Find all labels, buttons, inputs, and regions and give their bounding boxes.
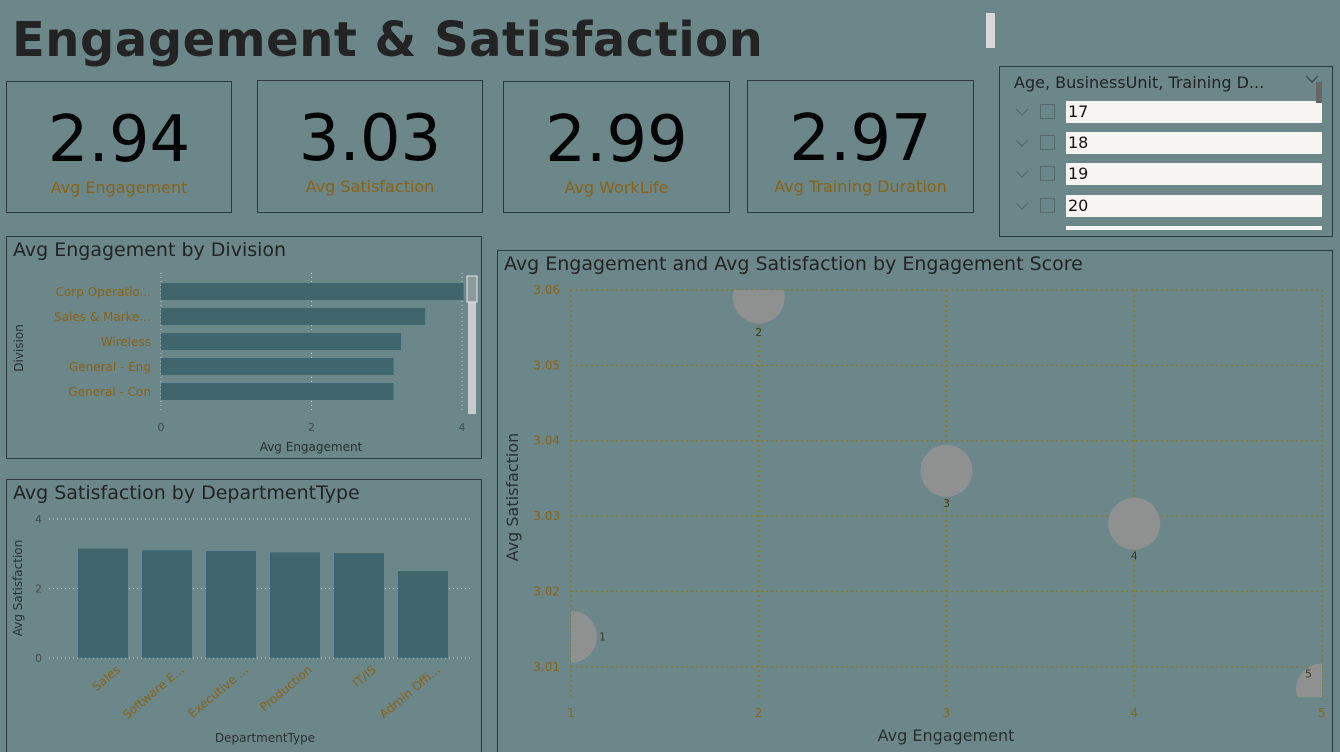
checkbox[interactable] (1040, 166, 1055, 181)
slicer-item[interactable]: 17 (1014, 101, 1328, 125)
slicer-item-label: 20 (1066, 195, 1322, 217)
bar (161, 333, 402, 350)
slicer-item-label: 18 (1066, 132, 1322, 154)
kpi-label: Avg Training Duration (774, 177, 947, 196)
y-axis-label: Division (12, 324, 26, 372)
slicer-item[interactable]: 18 (1014, 132, 1328, 156)
data-label: 5 (1305, 667, 1312, 680)
x-tick-label: 0 (158, 421, 165, 434)
category-label: General - Con (68, 385, 151, 399)
hierarchy-slicer[interactable]: Age, BusinessUnit, Training D... 17 18 1… (999, 66, 1333, 237)
x-axis-label: DepartmentType (215, 731, 315, 745)
y-tick-label: 3.06 (533, 283, 560, 297)
data-label: 3 (943, 497, 950, 510)
bar (161, 383, 394, 400)
department-chart-plot: 0 2 4 SalesSoftware E...Executive ... Produc… (11, 513, 473, 745)
y-tick-label: 3.05 (533, 358, 560, 372)
y-tick-label: 3.03 (533, 509, 560, 523)
scatter-point (571, 610, 597, 663)
data-label: 2 (755, 326, 762, 339)
kpi-value: 2.99 (545, 103, 688, 177)
page-scrollbar[interactable] (986, 13, 995, 48)
category-label: Production (257, 663, 315, 715)
expand-chevron-icon[interactable] (1014, 135, 1030, 151)
scrollbar-thumb (466, 275, 478, 303)
y-tick-label: 4 (35, 513, 42, 526)
data-label: 4 (1131, 550, 1138, 563)
slicer-item-label: 17 (1066, 101, 1322, 123)
bar (334, 553, 384, 658)
bar (270, 552, 320, 658)
division-chart-plot: 0 2 4 Corp Operatio... Sales & Marke... Wirel… (12, 273, 478, 454)
category-label: Software E... (120, 663, 187, 722)
y-tick-label: 3.01 (533, 660, 560, 674)
kpi-value: 2.97 (789, 102, 932, 176)
kpi-value: 3.03 (298, 102, 442, 176)
y-tick-label: 3.02 (533, 584, 560, 598)
slicer-item[interactable]: 20 (1014, 195, 1328, 219)
scatter-chart-plot: 3.01 3.02 3.03 3.04 3.05 3.06 1 2 3 4 5 1 2 3 4 5 Avg En… (503, 283, 1326, 745)
kpi-card-avg-training-duration[interactable]: 2.97 Avg Training Duration (747, 80, 974, 213)
x-tick-label: 2 (755, 706, 763, 720)
checkbox[interactable] (1040, 135, 1055, 150)
bar (161, 358, 394, 375)
bar (161, 308, 426, 325)
x-axis-label: Avg Engagement (260, 440, 363, 454)
y-tick-label: 3.04 (533, 434, 560, 448)
kpi-label: Avg Satisfaction (305, 177, 435, 196)
kpi-label: Avg Engagement (50, 178, 188, 197)
category-label: General - Eng (69, 360, 151, 374)
division-bar-chart[interactable]: Avg Engagement by Division 0 2 4 Corp Opera… (6, 236, 482, 459)
x-axis-label: Avg Engagement (878, 726, 1015, 745)
bar (78, 548, 128, 658)
bar (161, 283, 464, 300)
scatter-point (732, 290, 785, 324)
scatter-point (920, 444, 973, 497)
category-label: Admin Offi... (377, 663, 443, 722)
data-label: 1 (599, 631, 606, 644)
slicer-header: Age, BusinessUnit, Training D... (1014, 73, 1265, 92)
y-tick-label: 2 (35, 583, 42, 596)
expand-chevron-icon[interactable] (1014, 198, 1030, 214)
category-label: Sales (89, 663, 122, 694)
scatter-point (1296, 663, 1322, 697)
x-tick-label: 5 (1318, 706, 1326, 720)
slicer-item-partial (1066, 226, 1322, 230)
checkbox[interactable] (1040, 104, 1055, 119)
scatter-point (1108, 497, 1161, 550)
x-tick-label: 1 (567, 706, 575, 720)
slicer-scrollbar[interactable] (1316, 82, 1322, 103)
bar (398, 571, 448, 658)
department-type-column-chart[interactable]: Avg Satisfaction by DepartmentType 0 2 4 Sa… (6, 479, 482, 752)
category-label: IT/IS (350, 663, 379, 690)
checkbox[interactable] (1040, 198, 1055, 213)
bar (142, 550, 192, 658)
bar (206, 550, 256, 658)
x-tick-label: 4 (459, 421, 466, 434)
y-axis-label: Avg Satisfaction (503, 433, 522, 562)
category-label: Corp Operatio... (56, 285, 151, 299)
x-tick-label: 4 (1130, 706, 1138, 720)
kpi-card-avg-satisfaction[interactable]: 3.03 Avg Satisfaction (257, 80, 483, 213)
y-axis-label: Avg Satisfaction (11, 540, 25, 636)
kpi-label: Avg WorkLife (564, 178, 669, 197)
x-tick-label: 3 (943, 706, 951, 720)
expand-chevron-icon[interactable] (1014, 104, 1030, 120)
category-label: Executive ... (185, 663, 250, 721)
kpi-value: 2.94 (47, 103, 191, 177)
kpi-card-avg-worklife[interactable]: 2.99 Avg WorkLife (503, 81, 730, 213)
category-label: Sales & Marke... (54, 310, 151, 324)
slicer-item-label: 19 (1066, 163, 1322, 185)
expand-chevron-icon[interactable] (1014, 166, 1030, 182)
category-label: Wireless (101, 335, 151, 349)
slicer-item[interactable]: 19 (1014, 163, 1328, 187)
engagement-satisfaction-scatter-chart[interactable]: Avg Engagement and Avg Satisfaction by E… (497, 250, 1333, 752)
page-title: Engagement & Satisfaction (12, 12, 764, 68)
x-tick-label: 2 (308, 421, 315, 434)
kpi-card-avg-engagement[interactable]: 2.94 Avg Engagement (6, 81, 232, 213)
y-tick-label: 0 (35, 652, 42, 665)
